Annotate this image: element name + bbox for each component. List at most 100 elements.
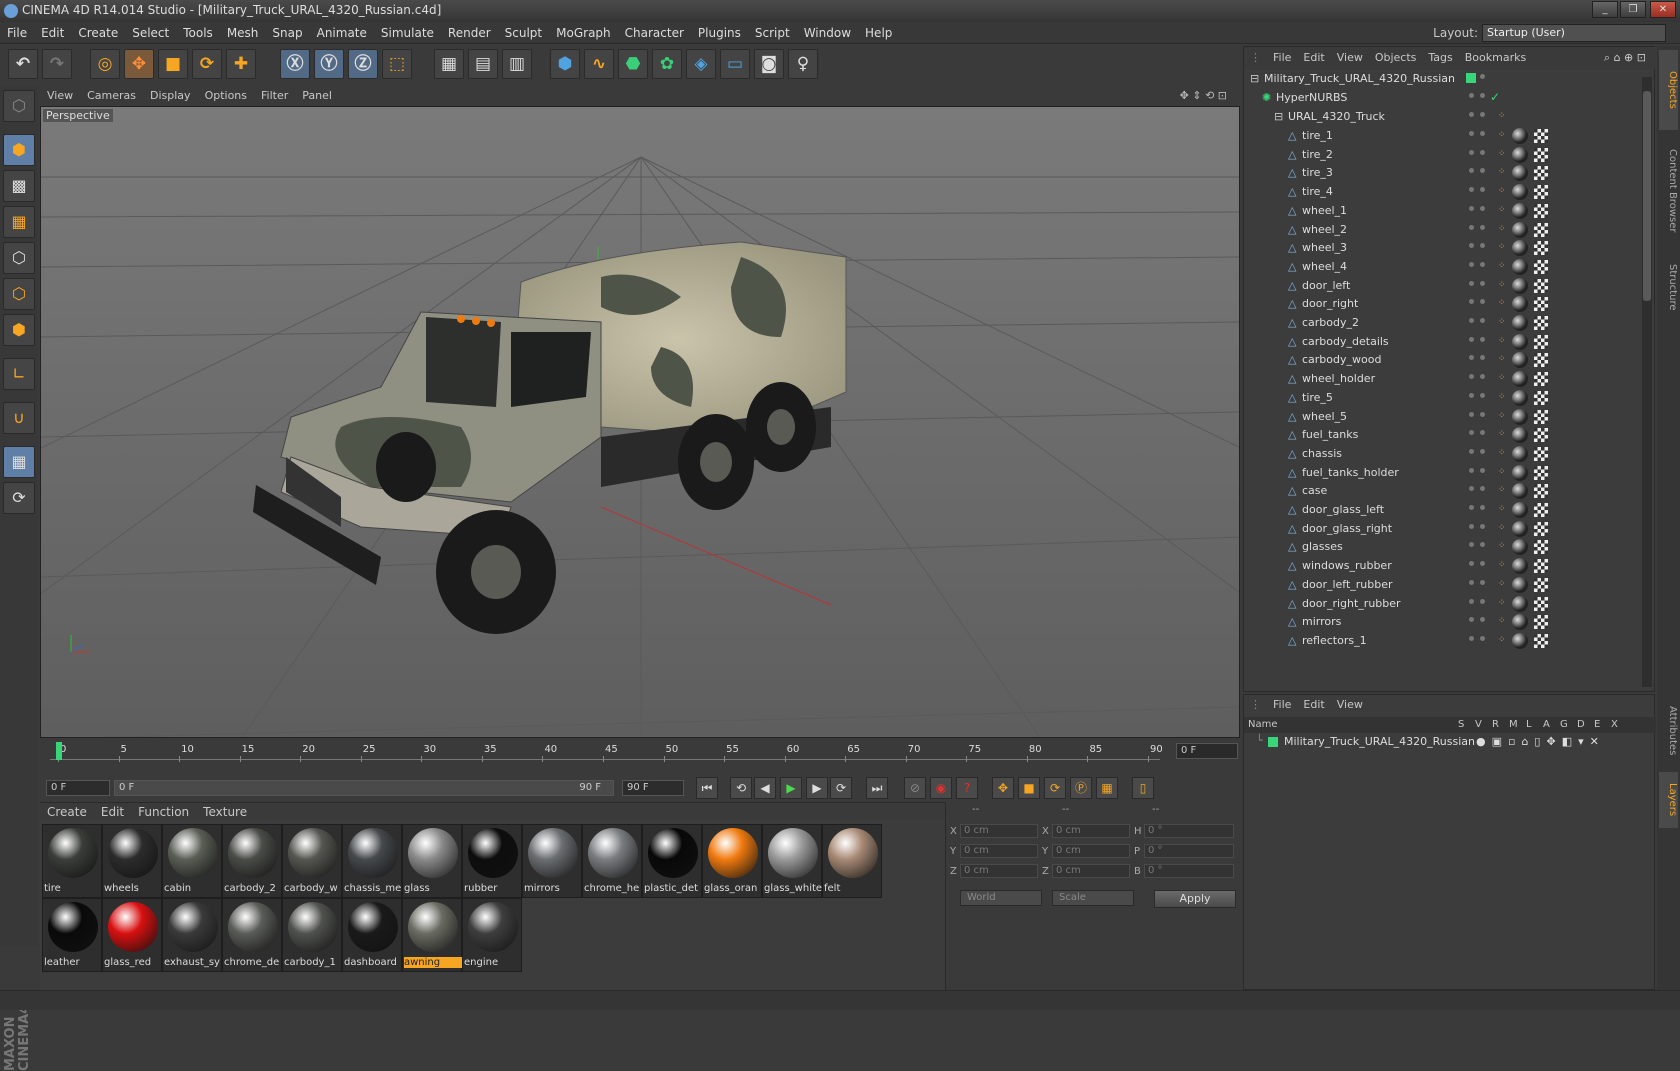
menu-script[interactable]: Script [748,22,797,44]
camera-icon[interactable]: ◙ [754,49,784,79]
material-tag-icon[interactable] [1512,408,1528,425]
mograph-cloner-icon[interactable]: ✿ [652,49,682,79]
texture-tag-icon[interactable] [1534,633,1548,648]
object-row[interactable]: △ door_right_rubber ⁘ [1244,594,1639,614]
render-visibility-dot[interactable] [1480,224,1485,230]
editor-visibility-dot[interactable] [1469,617,1474,623]
phong-tag-icon[interactable]: ⁘ [1498,392,1506,404]
axis-mode-icon[interactable]: ∟ [3,358,35,390]
coordinate-mode-select[interactable]: Scale [1052,890,1134,906]
editor-visibility-dot[interactable] [1469,542,1474,548]
key-rotation-icon[interactable]: ⟳ [1044,777,1066,799]
tab-objects[interactable]: Objects [1659,50,1678,130]
texture-tag-icon[interactable] [1534,147,1548,162]
editor-visibility-dot[interactable] [1469,392,1474,398]
material-tag-icon[interactable] [1512,128,1528,144]
texture-tag-icon[interactable] [1534,259,1548,274]
texture-tag-icon[interactable] [1534,297,1548,312]
editor-visibility-dot[interactable] [1469,336,1474,342]
object-row[interactable]: △ wheel_5 ⁘ [1244,407,1639,427]
render-view-icon[interactable]: ▦ [434,49,464,79]
render-visibility-dot[interactable] [1480,486,1485,492]
material-tag-icon[interactable] [1512,427,1528,444]
material-swatch[interactable]: glass_red [102,898,162,972]
model-mode-icon[interactable]: ⬢ [3,134,35,166]
texture-tag-icon[interactable] [1534,577,1548,592]
object-row[interactable]: △ tire_5 ⁘ [1244,388,1639,408]
material-swatch[interactable]: carbody_2 [222,824,282,898]
render-visibility-dot[interactable] [1480,598,1485,604]
editor-visibility-dot[interactable] [1469,149,1474,155]
phong-tag-icon[interactable]: ⁘ [1498,111,1506,123]
editor-visibility-dot[interactable] [1469,598,1474,604]
editor-visibility-dot[interactable] [1469,187,1474,193]
rotation-p-field[interactable]: 0 ° [1144,844,1234,858]
editor-visibility-dot[interactable] [1466,73,1476,83]
texture-tag-icon[interactable] [1534,503,1548,517]
render-visibility-dot[interactable] [1480,149,1485,155]
vp-menu-display[interactable]: Display [143,86,198,106]
texture-tag-icon[interactable] [1534,521,1548,536]
edges-mode-icon[interactable]: ⬡ [3,278,35,310]
perspective-viewport[interactable]: Perspective [40,106,1240,738]
phong-tag-icon[interactable]: ⁘ [1498,560,1506,572]
editor-visibility-dot[interactable] [1469,635,1474,641]
material-swatch[interactable]: exhaust_sy [162,898,222,972]
phong-tag-icon[interactable]: ⁘ [1498,317,1506,329]
menu-mesh[interactable]: Mesh [220,22,266,44]
material-tag-icon[interactable] [1512,483,1528,500]
range-slider[interactable]: 0 F 90 F [114,780,614,796]
menu-file[interactable]: File [0,22,34,44]
redo-icon[interactable]: ↷ [42,49,72,79]
object-manager-scrollbar[interactable] [1642,77,1652,687]
previous-key-icon[interactable]: ⟲ [730,777,752,799]
material-tag-icon[interactable] [1512,277,1528,294]
material-swatch[interactable]: rubber [462,824,522,898]
key-scale-icon[interactable]: ■ [1018,777,1040,799]
phong-tag-icon[interactable]: ⁘ [1498,485,1506,497]
material-swatch[interactable]: chrome_he [582,824,642,898]
material-tag-icon[interactable] [1512,296,1528,313]
phong-tag-icon[interactable]: ⁘ [1498,504,1506,516]
render-visibility-dot[interactable] [1480,579,1485,585]
editor-visibility-dot[interactable] [1469,486,1474,492]
object-row[interactable]: △ glasses ⁘ [1244,537,1639,557]
editor-visibility-dot[interactable] [1469,374,1474,380]
key-parameter-icon[interactable]: Ⓟ [1070,777,1092,799]
object-row[interactable]: △ tire_1 ⁘ [1244,126,1639,146]
texture-tag-icon[interactable] [1534,316,1548,330]
render-visibility-dot[interactable] [1480,261,1485,267]
texture-tag-icon[interactable] [1534,465,1548,480]
material-swatch[interactable]: glass_white [762,824,822,898]
layer-menu-edit[interactable]: Edit [1297,695,1330,715]
menu-window[interactable]: Window [797,22,858,44]
material-tag-icon[interactable] [1512,389,1528,406]
menu-help[interactable]: Help [858,22,899,44]
next-frame-icon[interactable]: ▶ [806,777,828,799]
deformer-icon[interactable]: ◈ [686,49,716,79]
editor-visibility-dot[interactable] [1469,224,1474,230]
phong-tag-icon[interactable]: ⁘ [1498,205,1506,217]
render-visibility-dot[interactable] [1480,93,1485,98]
phong-tag-icon[interactable]: ⁘ [1498,411,1506,423]
phong-tag-icon[interactable]: ⁘ [1498,242,1506,254]
menu-render[interactable]: Render [441,22,498,44]
texture-tag-icon[interactable] [1534,166,1548,181]
object-row[interactable]: △ door_right ⁘ [1244,294,1639,314]
texture-tag-icon[interactable] [1534,334,1548,349]
texture-tag-icon[interactable] [1534,484,1548,499]
menu-plugins[interactable]: Plugins [691,22,748,44]
z-axis-lock-icon[interactable]: Ⓩ [348,49,378,79]
texture-tag-icon[interactable] [1534,241,1548,256]
editor-visibility-dot[interactable] [1469,280,1474,286]
editor-visibility-dot[interactable] [1469,168,1474,174]
material-tag-icon[interactable] [1512,184,1528,201]
timeline-ruler[interactable]: 0 5 10 15 20 25 30 35 40 45 50 55 60 65 70 75 80 85 90 [50,740,1163,762]
undo-icon[interactable]: ↶ [8,49,38,79]
menu-snap[interactable]: Snap [265,22,309,44]
texture-tag-icon[interactable] [1534,222,1548,237]
object-row[interactable]: △ mirrors ⁘ [1244,612,1639,632]
texture-tag-icon[interactable] [1534,390,1548,405]
mat-menu-function[interactable]: Function [131,803,196,821]
object-row[interactable]: △ door_glass_right ⁘ [1244,519,1639,539]
